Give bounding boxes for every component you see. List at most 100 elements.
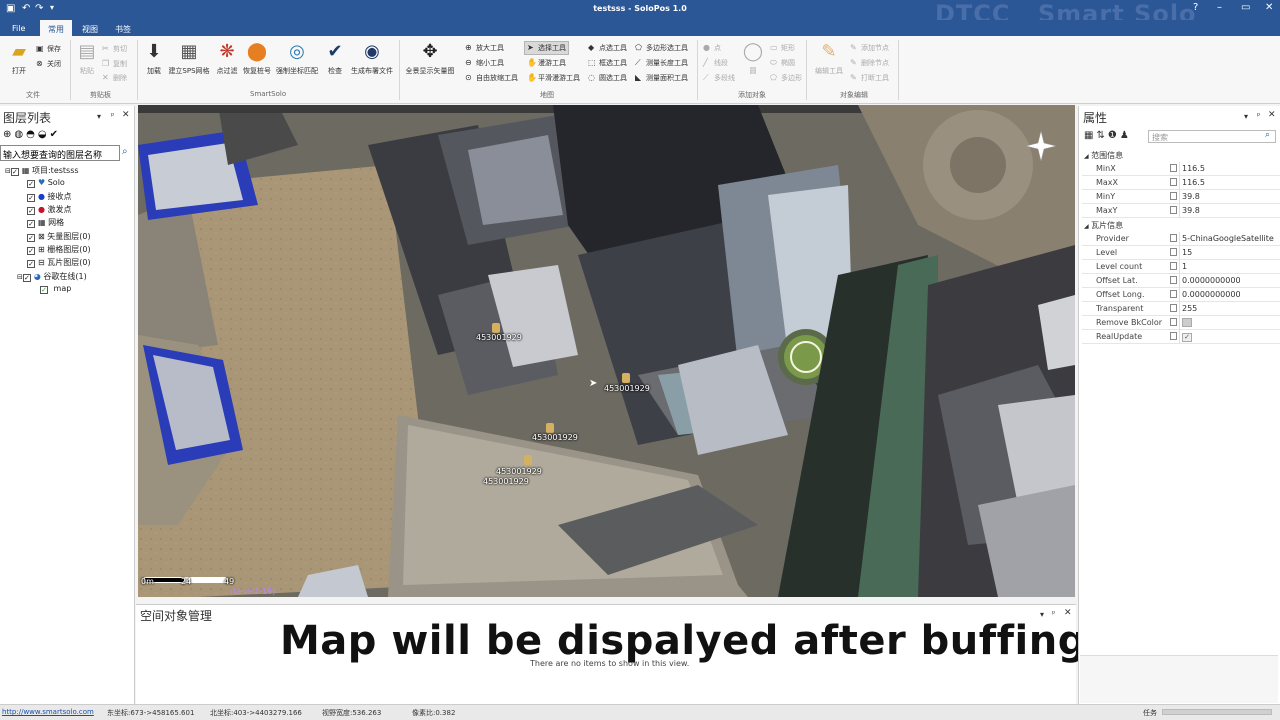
categorized-icon[interactable]: ▦ <box>1084 130 1096 141</box>
tree-item-vector[interactable]: ✓ ⊠ 矢量图层(0) <box>27 231 91 242</box>
point-filter-button[interactable]: ❋ 点过滤 <box>213 41 241 76</box>
tree-item-map[interactable]: ✓ map <box>40 284 71 294</box>
receiver-marker[interactable] <box>546 423 554 433</box>
search-icon[interactable]: ⌕ <box>122 146 128 157</box>
pin-icon[interactable]: ᵖ <box>1052 609 1055 618</box>
property-row[interactable]: Level 15 <box>1082 246 1280 260</box>
polygon-select-tool[interactable]: ⬠ 多边形选工具 <box>635 43 688 53</box>
zoom-out-tool[interactable]: ⊖ 缩小工具 <box>465 58 504 68</box>
delete-button[interactable]: ✕ 删除 <box>102 73 127 83</box>
save-button[interactable]: ▣ 保存 <box>36 44 61 54</box>
measure-area-tool[interactable]: ◣ 测量面积工具 <box>635 73 688 83</box>
property-row[interactable]: Transparent 255 <box>1082 302 1280 316</box>
smooth-pan-tool[interactable]: ✋平滑漫游工具 <box>527 73 580 83</box>
paste-button[interactable]: ▤ 粘贴 <box>76 41 98 76</box>
search-icon[interactable]: ⌕ <box>1265 130 1270 140</box>
break-tool[interactable]: ✎ 打断工具 <box>850 73 889 83</box>
checkbox[interactable]: ✓ <box>27 220 35 228</box>
property-row[interactable]: MaxY 39.8 <box>1082 204 1280 218</box>
property-row[interactable]: MinY 39.8 <box>1082 190 1280 204</box>
layer-columns-icon[interactable]: ◍ <box>14 129 26 140</box>
generate-deploy-file-button[interactable]: ◉ 生成布署文件 <box>349 41 395 76</box>
checkbox[interactable]: ✓ <box>27 180 35 188</box>
full-extent-button[interactable]: ✥ 全景显示矢量图 <box>402 41 458 76</box>
panel-close-icon[interactable]: ✕ <box>1268 110 1276 120</box>
add-rectangle-tool[interactable]: ▭ 矩形 <box>770 43 795 53</box>
checkbox[interactable]: ✓ <box>22 274 31 282</box>
cut-button[interactable]: ✂ 剪切 <box>102 44 127 54</box>
receiver-marker[interactable] <box>622 373 630 383</box>
confirm-icon[interactable]: ✔ <box>50 129 61 140</box>
layer-up-icon[interactable]: ◓ <box>26 129 38 140</box>
tab-view[interactable]: 视图 <box>74 20 106 36</box>
panel-dropdown-icon[interactable]: ▾ <box>1244 112 1248 121</box>
measure-length-tool[interactable]: ⟋ 测量长度工具 <box>635 58 688 68</box>
tree-item-tile[interactable]: ✓ ⊟ 瓦片图层(0) <box>27 257 91 268</box>
property-row[interactable]: MinX 116.5 <box>1082 162 1280 176</box>
close-button[interactable]: ⊗ 关闭 <box>36 59 61 69</box>
users-icon[interactable]: ♟ <box>1120 130 1132 141</box>
property-row[interactable]: Level count 1 <box>1082 260 1280 274</box>
add-polyline-tool[interactable]: ⟋ 多段线 <box>703 73 735 83</box>
receiver-marker[interactable] <box>524 455 532 465</box>
minimize-button[interactable]: – <box>1217 2 1222 13</box>
pin-icon[interactable]: ᵖ <box>1257 111 1260 120</box>
tree-project[interactable]: ⊟✓ ▦ 项目:testsss <box>5 165 79 176</box>
delete-node-tool[interactable]: ✎ 删除节点 <box>850 58 889 68</box>
receiver-marker[interactable] <box>492 323 500 333</box>
add-point-tool[interactable]: ● 点 <box>703 43 721 53</box>
tree-item-google-online[interactable]: ⊟✓ ◕ 谷歌在线(1) <box>17 271 87 282</box>
add-ellipse-tool[interactable]: ⬭ 椭圆 <box>770 58 795 68</box>
property-search-input[interactable]: 搜索 <box>1148 130 1276 143</box>
tree-item-grid[interactable]: ✓ ▦ 网格 <box>27 217 64 228</box>
build-sps-grid-button[interactable]: ▦ 建立SPS网格 <box>167 41 211 76</box>
select-tool[interactable]: ➤ 选择工具 <box>524 41 569 55</box>
checkbox[interactable]: ✓ <box>10 168 19 176</box>
map-view[interactable]: 453001929 453001929 453001929 453001929 … <box>138 105 1075 597</box>
sort-alpha-icon[interactable]: ⇅ <box>1096 130 1107 141</box>
pan-tool[interactable]: ✋漫游工具 <box>527 58 566 68</box>
tree-item-solo[interactable]: ✓ ♥ Solo <box>27 178 65 188</box>
info-icon[interactable]: ❶ <box>1108 130 1120 141</box>
category-extent[interactable]: ◢ 范围信息 <box>1084 150 1123 161</box>
panel-close-icon[interactable]: ✕ <box>1064 608 1072 618</box>
property-row[interactable]: Provider 5-ChinaGoogleSatellite <box>1082 232 1280 246</box>
tree-item-raster[interactable]: ✓ ⊞ 栅格图层(0) <box>27 244 91 255</box>
add-node-tool[interactable]: ✎ 添加节点 <box>850 43 889 53</box>
category-tile[interactable]: ◢ 瓦片信息 <box>1084 220 1123 231</box>
restore-stake-button[interactable]: ⬤ 恢复桩号 <box>241 41 273 76</box>
check-button[interactable]: ✔ 检查 <box>323 41 347 76</box>
add-circle-tool[interactable]: ◯ 圆 <box>742 41 764 76</box>
open-button[interactable]: ▰ 打开 <box>8 41 30 76</box>
add-line-tool[interactable]: ╱ 线段 <box>703 58 728 68</box>
edit-tool-button[interactable]: ✎ 编辑工具 <box>812 41 846 76</box>
panel-dropdown-icon[interactable]: ▾ <box>97 112 101 121</box>
checkbox[interactable]: ✓ <box>40 286 48 294</box>
point-select-tool[interactable]: ◆ 点选工具 <box>588 43 627 53</box>
property-row[interactable]: Remove BkColor <box>1082 316 1280 330</box>
website-link[interactable]: http://www.smartsolo.com <box>2 708 94 716</box>
free-zoom-tool[interactable]: ⊙ 自由放缩工具 <box>465 73 518 83</box>
layer-search-input[interactable]: 输入想要查询的图层名称 <box>0 145 120 161</box>
tab-file[interactable]: File <box>4 20 33 36</box>
property-row[interactable]: Offset Long. 0.0000000000 <box>1082 288 1280 302</box>
box-select-tool[interactable]: ⬚ 框选工具 <box>588 58 627 68</box>
checkbox[interactable]: ✓ <box>27 194 35 202</box>
zoom-in-tool[interactable]: ⊕ 放大工具 <box>465 43 504 53</box>
maximize-button[interactable]: ▭ <box>1241 2 1250 13</box>
help-button[interactable]: ? <box>1193 2 1198 13</box>
color-swatch[interactable] <box>1182 318 1192 327</box>
pin-icon[interactable]: ᵖ <box>111 111 114 120</box>
copy-button[interactable]: ❐ 复制 <box>102 59 127 69</box>
property-row[interactable]: Offset Lat. 0.0000000000 <box>1082 274 1280 288</box>
collapse-arrow-icon[interactable]: ◢ <box>1084 223 1089 230</box>
close-window-button[interactable]: ✕ <box>1265 2 1273 13</box>
collapse-arrow-icon[interactable]: ◢ <box>1084 153 1089 160</box>
checkbox[interactable]: ✓ <box>27 260 35 268</box>
property-row[interactable]: MaxX 116.5 <box>1082 176 1280 190</box>
add-polygon-tool[interactable]: ⬠ 多边形 <box>770 73 802 83</box>
layer-down-icon[interactable]: ◒ <box>38 129 50 140</box>
tree-item-receiver[interactable]: ✓ ● 接收点 <box>27 191 72 202</box>
checkbox[interactable]: ✓ <box>27 234 35 242</box>
force-coordinate-match-button[interactable]: ◎ 强制坐标匹配 <box>273 41 321 76</box>
